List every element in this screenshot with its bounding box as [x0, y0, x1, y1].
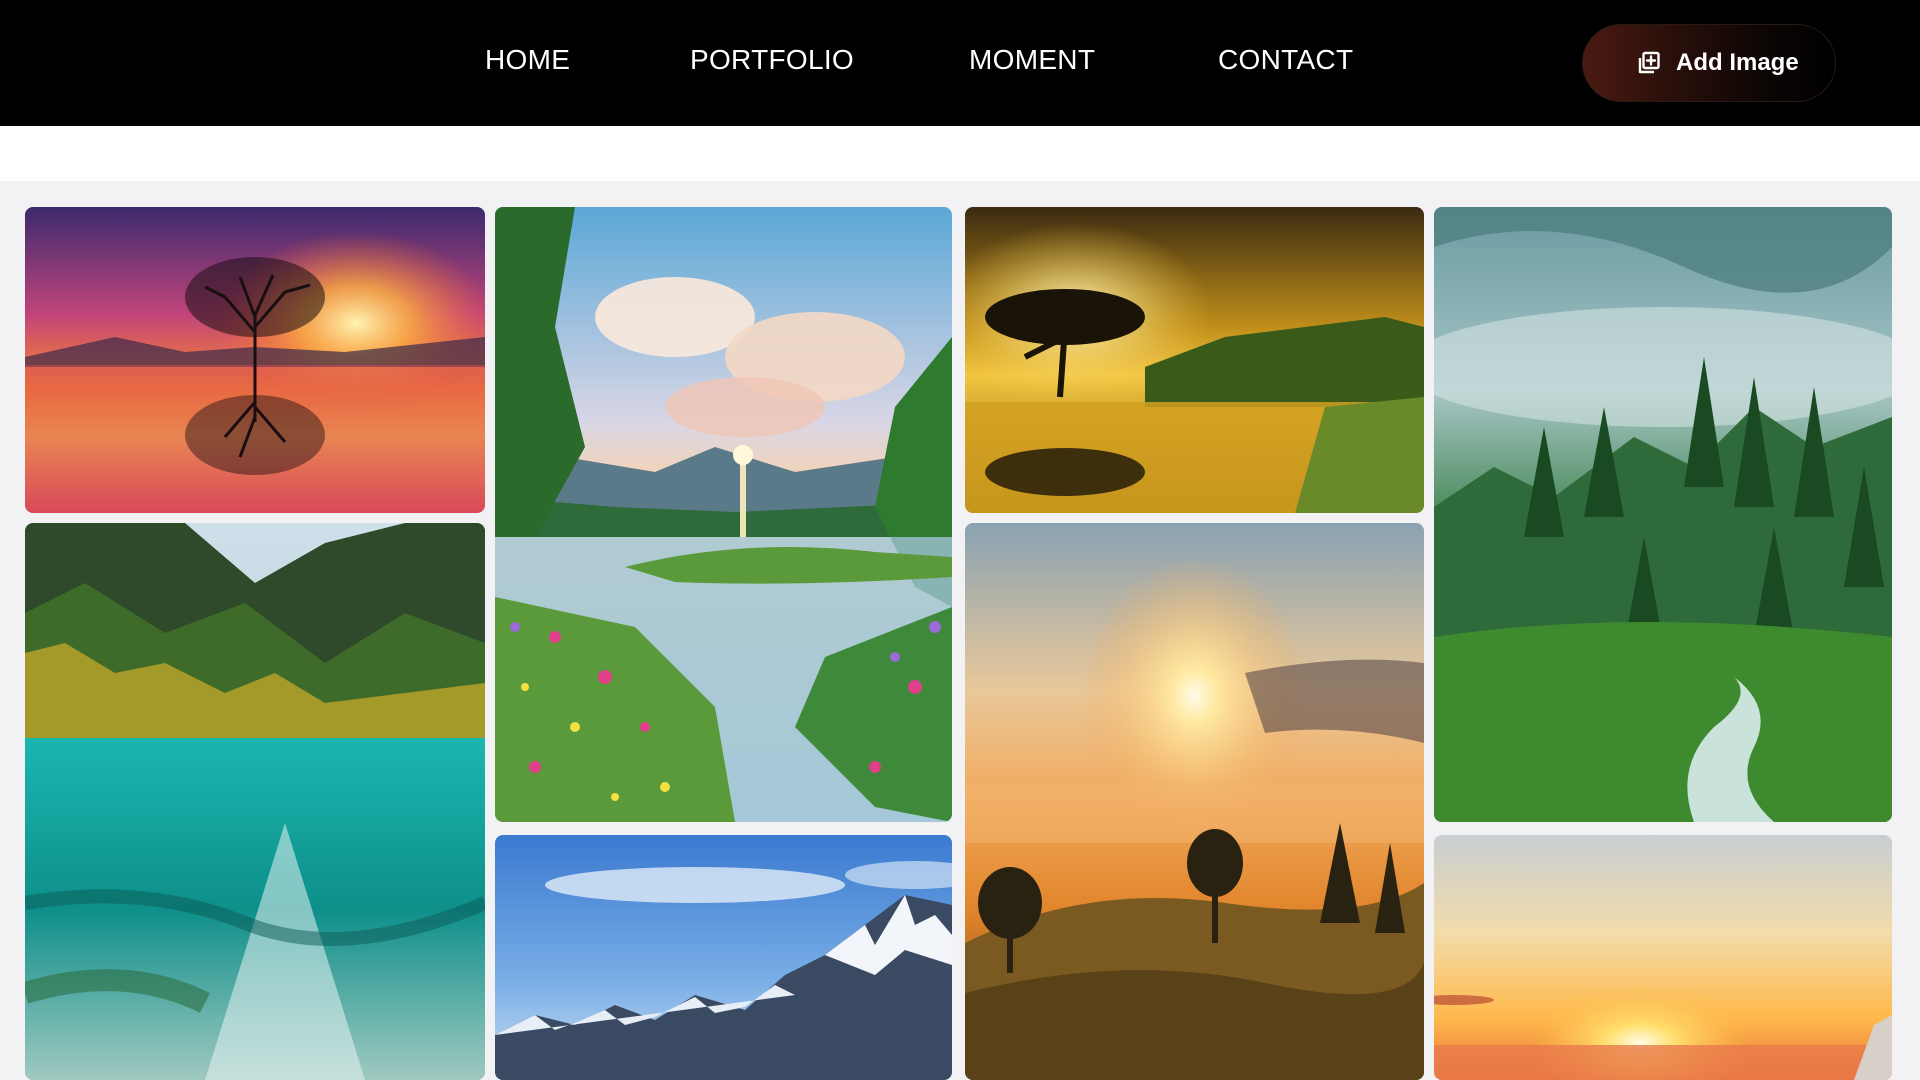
- gallery-image[interactable]: [1434, 207, 1892, 822]
- nav-moment-link[interactable]: MOMENT: [969, 44, 1095, 76]
- gallery-image[interactable]: [495, 207, 952, 822]
- gallery-image[interactable]: [965, 523, 1424, 1080]
- gallery-image[interactable]: [25, 523, 485, 1080]
- gallery-image[interactable]: [25, 207, 485, 513]
- gallery-image[interactable]: [495, 835, 952, 1080]
- gallery-image[interactable]: [1434, 835, 1892, 1080]
- add-image-label: Add Image: [1676, 49, 1799, 76]
- top-navbar: HOME PORTFOLIO MOMENT CONTACT Add Image: [0, 0, 1920, 126]
- nav-contact-link[interactable]: CONTACT: [1218, 44, 1353, 76]
- spacer-strip: [0, 126, 1920, 181]
- add-image-button[interactable]: Add Image: [1582, 24, 1836, 102]
- add-image-icon: [1634, 49, 1662, 77]
- nav-portfolio-link[interactable]: PORTFOLIO: [690, 44, 854, 76]
- image-gallery: [0, 181, 1920, 1080]
- nav-home-link[interactable]: HOME: [485, 44, 570, 76]
- gallery-image[interactable]: [965, 207, 1424, 513]
